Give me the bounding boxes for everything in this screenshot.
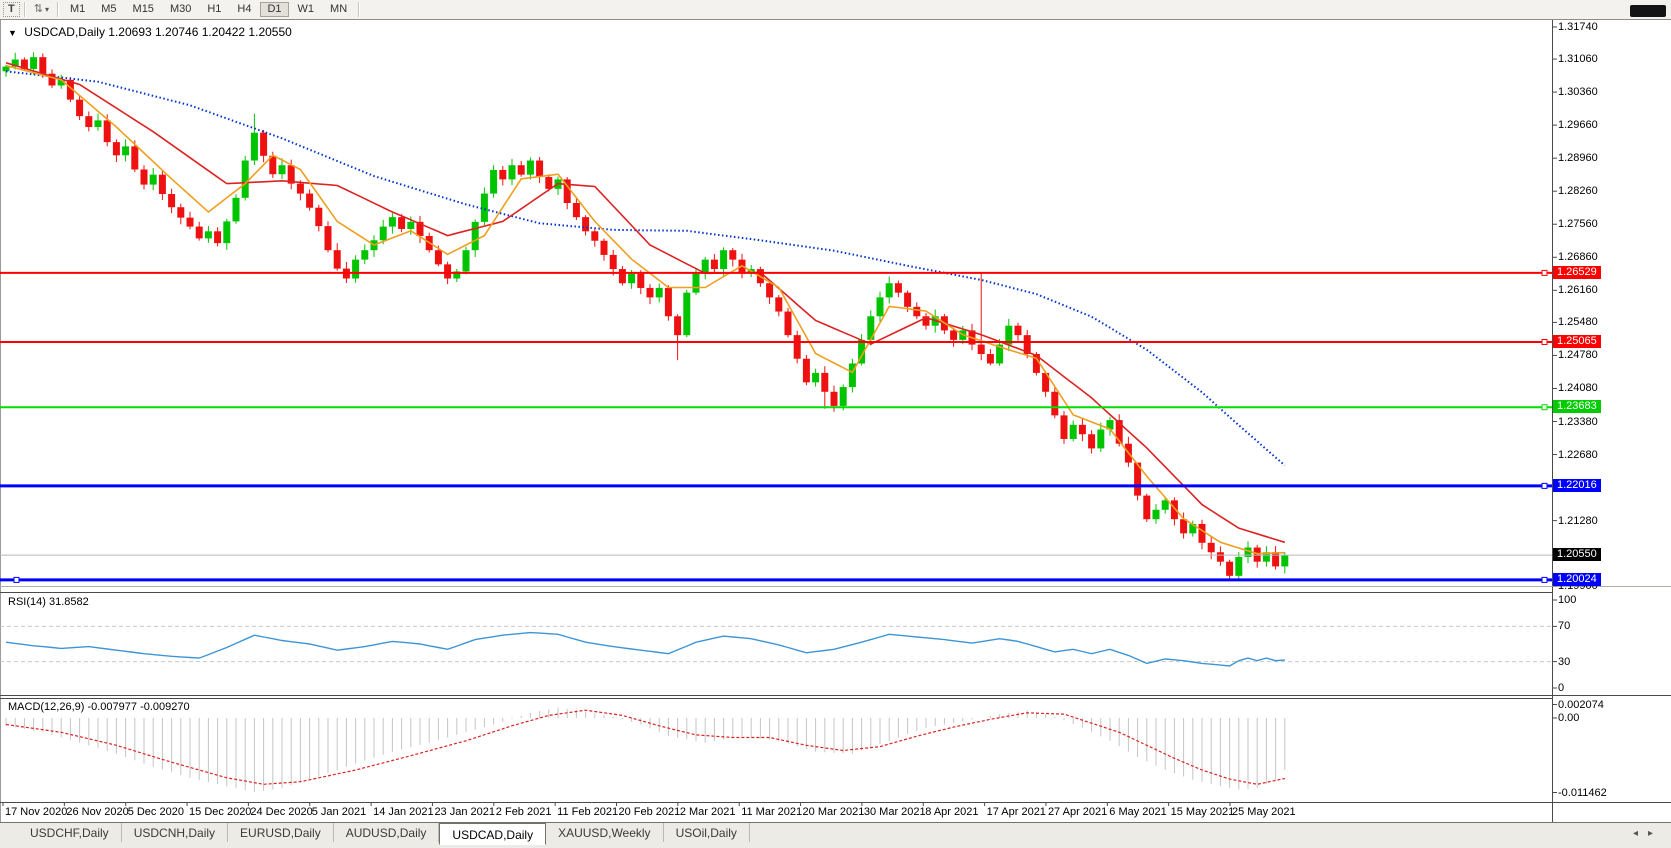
timeframe-button-h1[interactable]: H1 <box>200 2 228 17</box>
chart-symbol-label: USDCAD,Daily <box>24 25 105 39</box>
symbol-tab-audusd[interactable]: AUDUSD,Daily <box>334 823 440 842</box>
hline-handle <box>1541 576 1548 583</box>
date-axis-label: 23 Jan 2021 <box>434 806 495 818</box>
rsi-axis-label: 30 <box>1558 655 1571 668</box>
chevron-down-icon: ▾ <box>44 5 49 14</box>
date-axis-label: 20 Mar 2021 <box>802 806 865 818</box>
price-axis-label: 1.21280 <box>1558 514 1598 527</box>
hline-handle <box>13 576 20 583</box>
date-axis-label: 11 Feb 2021 <box>557 806 619 818</box>
toolbar: T ⇅ ▾ M1 M5 M15 M30 H1 H4 D1 W1 MN <box>0 0 1671 20</box>
timeframe-button-w1[interactable]: W1 <box>291 2 322 17</box>
price-badge-1.23683: 1.23683 <box>1553 400 1601 414</box>
sort-arrows-icon: ⇅ <box>33 3 43 15</box>
date-axis-label: 6 May 2021 <box>1109 806 1167 818</box>
price-axis-label: 1.26160 <box>1558 284 1598 297</box>
timeframe-button-mn[interactable]: MN <box>323 2 354 17</box>
macd-axis-label: 0.00 <box>1558 712 1580 724</box>
price-axis-label: 1.23380 <box>1558 415 1598 428</box>
timeframe-button-m15[interactable]: M15 <box>126 2 161 17</box>
date-axis-label: 5 Jan 2021 <box>311 806 367 818</box>
timeframe-button-h4[interactable]: H4 <box>230 2 258 17</box>
toolbar-separator <box>23 2 26 17</box>
date-axis-label: 20 Feb 2021 <box>618 806 681 818</box>
price-badge-1.26529: 1.26529 <box>1553 265 1601 279</box>
date-axis-label: 27 Apr 2021 <box>1047 806 1108 818</box>
hline-handle <box>1541 269 1548 276</box>
timeframe-button-d1[interactable]: D1 <box>260 2 289 17</box>
symbol-tab-eurusd[interactable]: EURUSD,Daily <box>228 823 334 842</box>
ma-fast-orange <box>5 64 1285 555</box>
price-axis-label: 1.24080 <box>1558 382 1598 395</box>
chart-ohlc-values: 1.20693 1.20746 1.20422 1.20550 <box>108 25 292 39</box>
date-axis-label: 17 Apr 2021 <box>986 806 1046 818</box>
price-axis-label: 1.28960 <box>1558 152 1598 165</box>
price-axis-label: 1.31740 <box>1558 20 1598 33</box>
price-axis-label: 1.28260 <box>1558 185 1598 198</box>
date-axis-label: 15 Dec 2020 <box>189 806 252 818</box>
price-badge-1.20550: 1.20550 <box>1553 548 1601 562</box>
rsi-axis-label: 100 <box>1558 594 1577 606</box>
rsi-indicator-label: RSI(14) 31.8582 <box>8 596 89 608</box>
price-axis-label: 1.27560 <box>1558 218 1598 231</box>
tab-scroll-right-icon[interactable]: ▸ <box>1648 828 1663 839</box>
symbol-tab-xauusd[interactable]: XAUUSD,Weekly <box>546 823 664 842</box>
candlestick-series <box>2 52 1289 581</box>
symbol-tab-usdchf[interactable]: USDCHF,Daily <box>18 823 122 842</box>
symbol-tab-usdcnh[interactable]: USDCNH,Daily <box>122 823 229 842</box>
hline-handle <box>1541 404 1548 411</box>
macd-signal-line <box>5 709 1285 785</box>
price-axis-label: 1.22680 <box>1558 448 1598 461</box>
date-axis-label: 24 Dec 2020 <box>250 806 313 818</box>
date-axis-label: 25 May 2021 <box>1232 806 1296 818</box>
price-badge-1.25065: 1.25065 <box>1553 334 1601 348</box>
date-axis-label: 17 Nov 2020 <box>5 806 68 818</box>
timeframe-button-group: M1 M5 M15 M30 H1 H4 D1 W1 MN <box>62 1 355 18</box>
timeframe-button-m5[interactable]: M5 <box>94 2 123 17</box>
date-axis-label: 5 Dec 2020 <box>127 806 184 818</box>
date-axis-label: 15 May 2021 <box>1170 806 1235 818</box>
toolbar-separator <box>56 2 59 17</box>
price-axis-label: 1.26860 <box>1558 251 1598 264</box>
toolbar-separator <box>358 2 361 17</box>
text-tool-button[interactable]: T <box>3 2 20 17</box>
date-axis-label: 2 Mar 2021 <box>679 806 736 818</box>
ma-mid-red <box>5 62 1286 544</box>
macd-axis-label: 0.002074 <box>1558 698 1604 711</box>
symbol-tab-bar: USDCHF,Daily USDCNH,Daily EURUSD,Daily AUDU… <box>0 822 1671 848</box>
hline-handle <box>1541 338 1548 345</box>
price-axis-label: 1.29660 <box>1558 119 1598 132</box>
symbol-tab-usoil[interactable]: USOil,Daily <box>664 823 750 842</box>
hline-handle <box>1541 482 1548 489</box>
date-axis-label: 8 Apr 2021 <box>925 806 979 818</box>
date-axis-label: 14 Jan 2021 <box>373 806 434 818</box>
price-badge-1.22016: 1.22016 <box>1553 478 1601 492</box>
tab-scroll-left-icon[interactable]: ◂ <box>1633 828 1648 839</box>
date-axis-label: 26 Nov 2020 <box>66 806 129 818</box>
price-axis-label: 1.31060 <box>1558 53 1598 66</box>
price-axis-label: 1.24780 <box>1558 349 1598 362</box>
rsi-line <box>5 631 1285 667</box>
rsi-axis-label: 0 <box>1558 682 1565 694</box>
rsi-axis-label: 70 <box>1558 620 1571 633</box>
date-axis-label: 2 Feb 2021 <box>495 806 552 818</box>
price-badge-1.20024: 1.20024 <box>1553 572 1601 586</box>
macd-indicator-label: MACD(12,26,9) -0.007977 -0.009270 <box>8 701 190 713</box>
price-axis-label: 1.25480 <box>1558 316 1598 329</box>
price-axis-label: 1.30360 <box>1558 86 1598 99</box>
collapse-triangle-icon[interactable]: ▼ <box>8 28 17 38</box>
timeframe-button-m1[interactable]: M1 <box>63 2 92 17</box>
arrange-indicators-button[interactable]: ⇅ ▾ <box>30 2 53 17</box>
window-corner-dark-box <box>1630 5 1666 17</box>
chart-title: ▼ USDCAD,Daily 1.20693 1.20746 1.20422 1… <box>8 25 292 39</box>
date-axis-label: 11 Mar 2021 <box>741 806 803 818</box>
symbol-tab-usdcad[interactable]: USDCAD,Daily <box>439 823 547 845</box>
chart-canvas[interactable] <box>0 0 1671 848</box>
macd-axis-label: -0.011462 <box>1558 786 1607 799</box>
mt4-chart-window: T ⇅ ▾ M1 M5 M15 M30 H1 H4 D1 W1 MN ▼ USDCAD,Daily… <box>0 0 1671 848</box>
date-axis-label: 30 Mar 2021 <box>863 806 926 818</box>
timeframe-button-m30[interactable]: M30 <box>163 2 198 17</box>
